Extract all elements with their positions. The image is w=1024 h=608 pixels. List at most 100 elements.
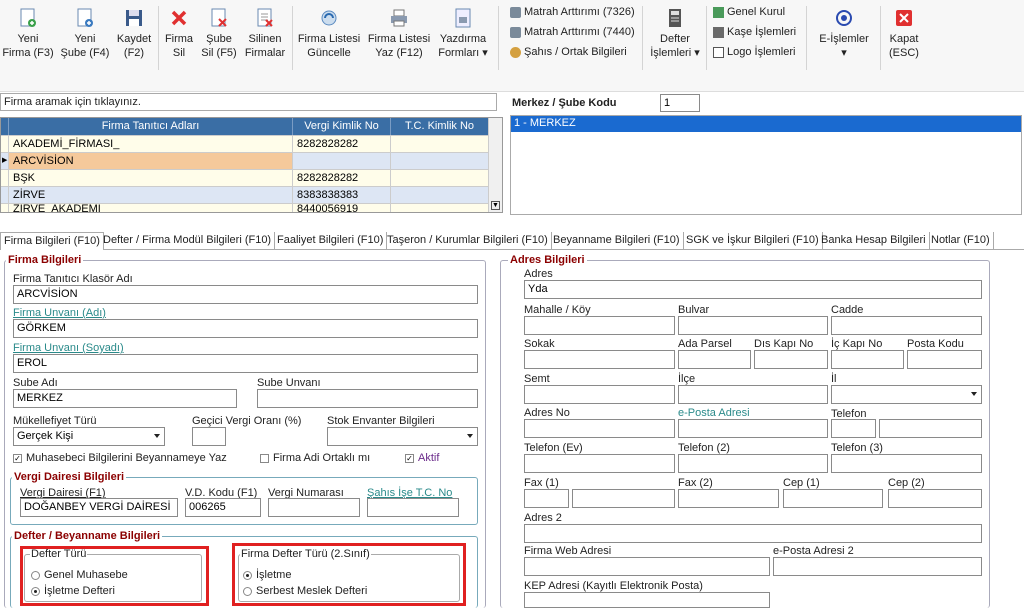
- print-forms-button[interactable]: Yazdırma Formları ▾: [434, 0, 492, 70]
- toolbar: Yeni Firma (F3) Yeni Şube (F4) Kaydet (F…: [0, 0, 1024, 92]
- print-list-button[interactable]: Firma Listesi Yaz (F12): [366, 0, 432, 70]
- stamp-icon: [713, 26, 724, 38]
- tab-defter-modul[interactable]: Defter / Firma Modül Bilgileri (F10): [100, 232, 276, 250]
- tab-taseron[interactable]: Taşeron / Kurumlar Bilgileri (F10): [384, 232, 552, 250]
- cadde-input[interactable]: [831, 316, 982, 335]
- new-branch-button[interactable]: Yeni Şube (F4): [58, 0, 112, 70]
- stamp-operations-label: Kaşe İşlemleri: [727, 26, 797, 38]
- col-header-tckn[interactable]: T.C. Kimlik No: [391, 118, 489, 135]
- vergi-numarasi-input[interactable]: [268, 498, 360, 517]
- semt-input[interactable]: [524, 385, 675, 404]
- cell-tckn: [391, 153, 489, 169]
- kep-input[interactable]: [524, 592, 770, 608]
- posta-kodu-input[interactable]: [907, 350, 982, 369]
- tab-faaliyet[interactable]: Faaliyet Bilgileri (F10): [274, 232, 388, 250]
- vd-kodu-input[interactable]: 006265: [185, 498, 261, 517]
- adres2-input[interactable]: [524, 524, 982, 543]
- col-header-name[interactable]: Firma Tanıtıcı Adları: [9, 118, 293, 135]
- adres-label: Adres: [524, 268, 553, 280]
- sube-unvani-input[interactable]: [257, 389, 478, 408]
- tab-beyanname[interactable]: Beyanname Bilgileri (F10): [550, 232, 684, 250]
- web-input[interactable]: [524, 557, 770, 576]
- fax2-input[interactable]: [678, 489, 779, 508]
- new-firm-button[interactable]: Yeni Firma (F3): [2, 0, 54, 70]
- grid-scrollbar[interactable]: ▼: [488, 118, 502, 212]
- gecici-vergi-input[interactable]: [192, 427, 226, 446]
- vergi-dairesi-input[interactable]: DOĞANBEY VERGİ DAİRESİ: [20, 498, 178, 517]
- dis-kapi-input[interactable]: [754, 350, 828, 369]
- sube-adi-input[interactable]: MERKEZ: [13, 389, 237, 408]
- semt-label: Semt: [524, 373, 550, 385]
- tab-banka[interactable]: Banka Hesap Bilgileri: [818, 232, 930, 250]
- eposta-input[interactable]: [678, 419, 828, 438]
- delete-firm-button[interactable]: Firma Sil: [162, 0, 196, 70]
- telefon2-input[interactable]: [678, 454, 828, 473]
- tab-sgk[interactable]: SGK ve İşkur Bilgileri (F10): [683, 232, 823, 250]
- branch-code-input[interactable]: 1: [660, 94, 700, 112]
- tab-notlar[interactable]: Notlar (F10): [928, 232, 994, 250]
- il-select[interactable]: [831, 385, 982, 404]
- delete-branch-icon: [211, 8, 227, 27]
- partner-info-button[interactable]: Şahıs / Ortak Bilgileri: [510, 46, 627, 58]
- cep2-input[interactable]: [888, 489, 982, 508]
- mukellefiyet-select[interactable]: Gerçek Kişi: [13, 427, 165, 446]
- telefon3-input[interactable]: [831, 454, 982, 473]
- refresh-list-button[interactable]: Firma Listesi Güncelle: [296, 0, 362, 70]
- sube-adi-label: Sube Adı: [13, 377, 58, 389]
- aktif-checkbox[interactable]: ✓: [405, 454, 414, 463]
- table-row[interactable]: ZİRVE 8383838383: [1, 186, 489, 203]
- unvan-adi-label[interactable]: Firma Unvanı (Adı): [13, 307, 106, 319]
- ilce-input[interactable]: [678, 385, 828, 404]
- logo-operations-button[interactable]: Logo İşlemleri: [713, 46, 795, 58]
- close-button[interactable]: Kapat (ESC): [884, 0, 924, 70]
- new-branch-shortcut: Şube (F4): [60, 47, 110, 59]
- table-row[interactable]: BŞK 8282828282: [1, 169, 489, 186]
- col-header-vkn[interactable]: Vergi Kimlik No: [293, 118, 391, 135]
- sahis-tc-input[interactable]: [367, 498, 459, 517]
- table-row[interactable]: ZİRVE_AKADEMİ 8440056919: [1, 203, 489, 212]
- adres-no-input[interactable]: [524, 419, 675, 438]
- stok-select[interactable]: [327, 427, 478, 446]
- mahalle-input[interactable]: [524, 316, 675, 335]
- cep1-input[interactable]: [783, 489, 883, 508]
- unvan-soyadi-label[interactable]: Firma Unvanı (Soyadı): [13, 342, 124, 354]
- e-operations-button[interactable]: E-İşlemler ▾: [812, 0, 876, 70]
- save-button[interactable]: Kaydet (F2): [114, 0, 154, 70]
- list-item[interactable]: 1 - MERKEZ: [511, 116, 1021, 132]
- adres-input[interactable]: Yda: [524, 280, 982, 299]
- telefon-code-input[interactable]: [831, 419, 876, 438]
- sokak-input[interactable]: [524, 350, 675, 369]
- table-row-selected[interactable]: ▶ ARCVİSİON: [1, 152, 489, 169]
- general-assembly-button[interactable]: Genel Kurul: [713, 6, 785, 18]
- branch-list[interactable]: 1 - MERKEZ: [510, 115, 1022, 215]
- ada-parsel-input[interactable]: [678, 350, 751, 369]
- klasor-input[interactable]: ARCVİSİON: [13, 285, 478, 304]
- matrah-7326-button[interactable]: Matrah Arttırımı (7326): [510, 6, 635, 18]
- unvan-soyadi-input[interactable]: EROL: [13, 354, 478, 373]
- refresh-list-label: Firma Listesi: [297, 33, 361, 45]
- firm-search-input[interactable]: Firma aramak için tıklayınız.: [0, 93, 497, 111]
- delete-branch-button[interactable]: Şube Sil (F5): [198, 0, 240, 70]
- muhasebeci-checkbox[interactable]: ✓: [13, 454, 22, 463]
- unvan-adi-input[interactable]: GÖRKEM: [13, 319, 478, 338]
- logo-operations-label: Logo İşlemleri: [727, 46, 796, 58]
- scroll-down-icon[interactable]: ▼: [491, 201, 500, 210]
- refresh-list-sub: Güncelle: [307, 47, 351, 59]
- ic-kapi-input[interactable]: [831, 350, 904, 369]
- matrah-7440-button[interactable]: Matrah Arttırımı (7440): [510, 26, 635, 38]
- bulvar-input[interactable]: [678, 316, 828, 335]
- chevron-down-icon: [971, 392, 977, 396]
- cell-tckn: [391, 170, 489, 186]
- table-row[interactable]: AKADEMİ_FİRMASI_ 8282828282: [1, 135, 489, 152]
- eposta2-input[interactable]: [773, 557, 982, 576]
- ortakli-checkbox[interactable]: [260, 454, 269, 463]
- deleted-firms-button[interactable]: Silinen Firmalar: [242, 0, 288, 70]
- fax1-code-input[interactable]: [524, 489, 569, 508]
- fax1-input[interactable]: [572, 489, 675, 508]
- ledger-operations-button[interactable]: Defter İşlemleri ▾: [648, 0, 702, 70]
- telefon-ev-input[interactable]: [524, 454, 675, 473]
- stamp-operations-button[interactable]: Kaşe İşlemleri: [713, 26, 796, 38]
- il-label: İl: [831, 373, 837, 385]
- telefon-input[interactable]: [879, 419, 982, 438]
- tab-firma-bilgileri[interactable]: Firma Bilgileri (F10): [0, 232, 104, 250]
